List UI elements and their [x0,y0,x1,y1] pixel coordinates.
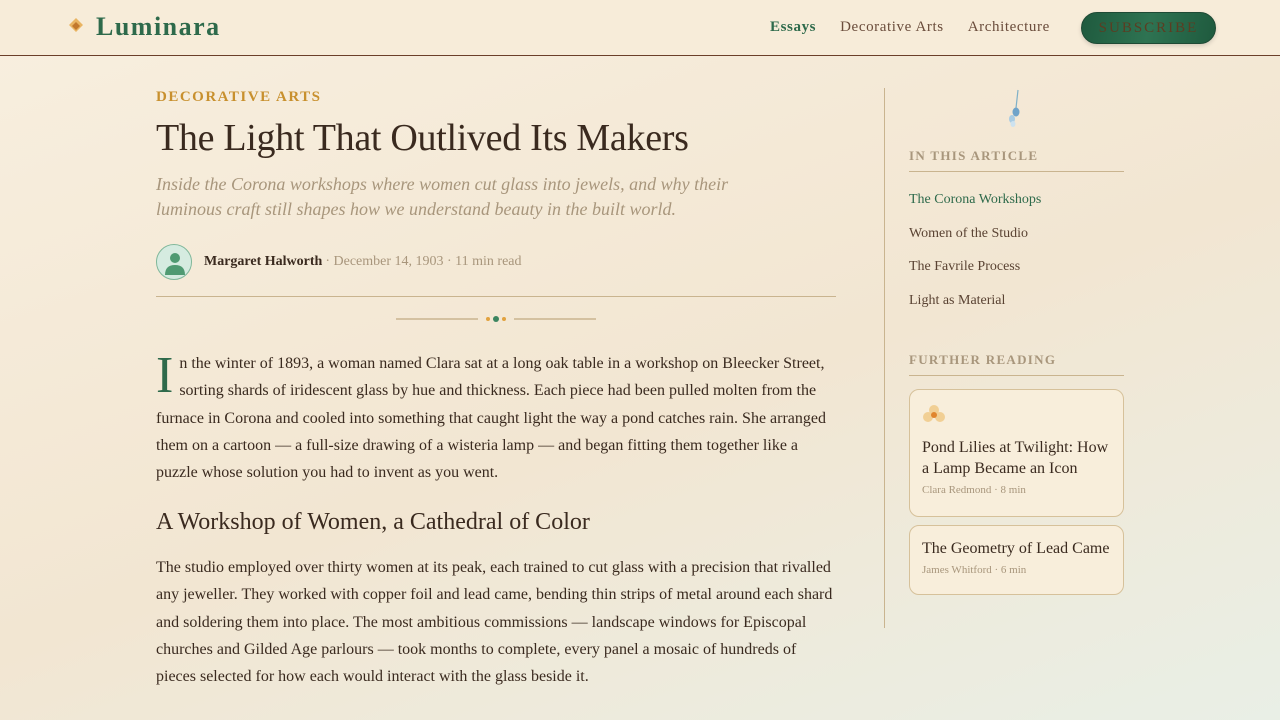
drop-cap: I [156,347,174,404]
avatar-person-icon [165,253,185,275]
card-meta: James Whitford · 6 min [922,564,1027,576]
divider [156,296,836,297]
card-meta: Clara Redmond · 8 min [922,484,1026,496]
main-nav: Essays Decorative Arts Architecture [770,19,1074,36]
byline: Margaret Halworth · December 14, 1903 · … [156,244,522,280]
toc-item-light-as-material[interactable]: Light as Material [909,293,1041,327]
nav-essays[interactable]: Essays [770,19,816,36]
toc-heading: IN THIS ARTICLE [909,148,1124,172]
site-logo[interactable]: Luminara [66,12,221,42]
section-heading: A Workshop of Women, a Cathedral of Colo… [156,509,590,535]
site-name: Luminara [96,12,221,41]
top-bar: Luminara Essays Decorative Arts Architec… [0,0,1280,56]
ornament-dots-icon [396,316,596,322]
body-paragraph: The studio employed over thirty women at… [156,559,833,686]
nav-decorative-arts[interactable]: Decorative Arts [840,19,944,36]
card-title: The Geometry of Lead Came [922,540,1110,557]
article-category[interactable]: DECORATIVE ARTS [156,89,321,106]
toc-item-women-of-the-studio[interactable]: Women of the Studio [909,226,1041,260]
article-meta: · December 14, 1903 · 11 min read [325,254,522,269]
lead-paragraph: In the winter of 1893, a woman named Cla… [156,350,840,486]
subscribe-button[interactable]: SUBSCRIBE [1081,12,1216,44]
pendant-drop-icon [1009,89,1020,127]
toc-item-corona-workshops[interactable]: The Corona Workshops [909,192,1041,226]
lily-flower-icon [923,405,945,422]
nav-architecture[interactable]: Architecture [968,19,1050,36]
further-reading-card[interactable]: Pond Lilies at Twilight: How a Lamp Beca… [909,389,1124,517]
article-title: The Light That Outlived Its Makers [156,117,689,159]
card-title: Pond Lilies at Twilight: How a Lamp Beca… [922,439,1109,477]
further-reading-heading: FURTHER READING [909,352,1124,376]
lead-text: n the winter of 1893, a woman named Clar… [156,355,827,482]
logo-diamond-icon [69,18,83,32]
sidebar-divider [884,88,885,628]
article-dek: Inside the Corona workshops where women … [156,174,729,219]
toc-item-favrile-process[interactable]: The Favrile Process [909,259,1041,293]
avatar[interactable] [156,244,192,280]
table-of-contents: The Corona Workshops Women of the Studio… [909,192,1041,326]
author-name[interactable]: Margaret Halworth [204,254,322,270]
further-reading-card[interactable]: The Geometry of Lead Came James Whitford… [909,525,1124,595]
